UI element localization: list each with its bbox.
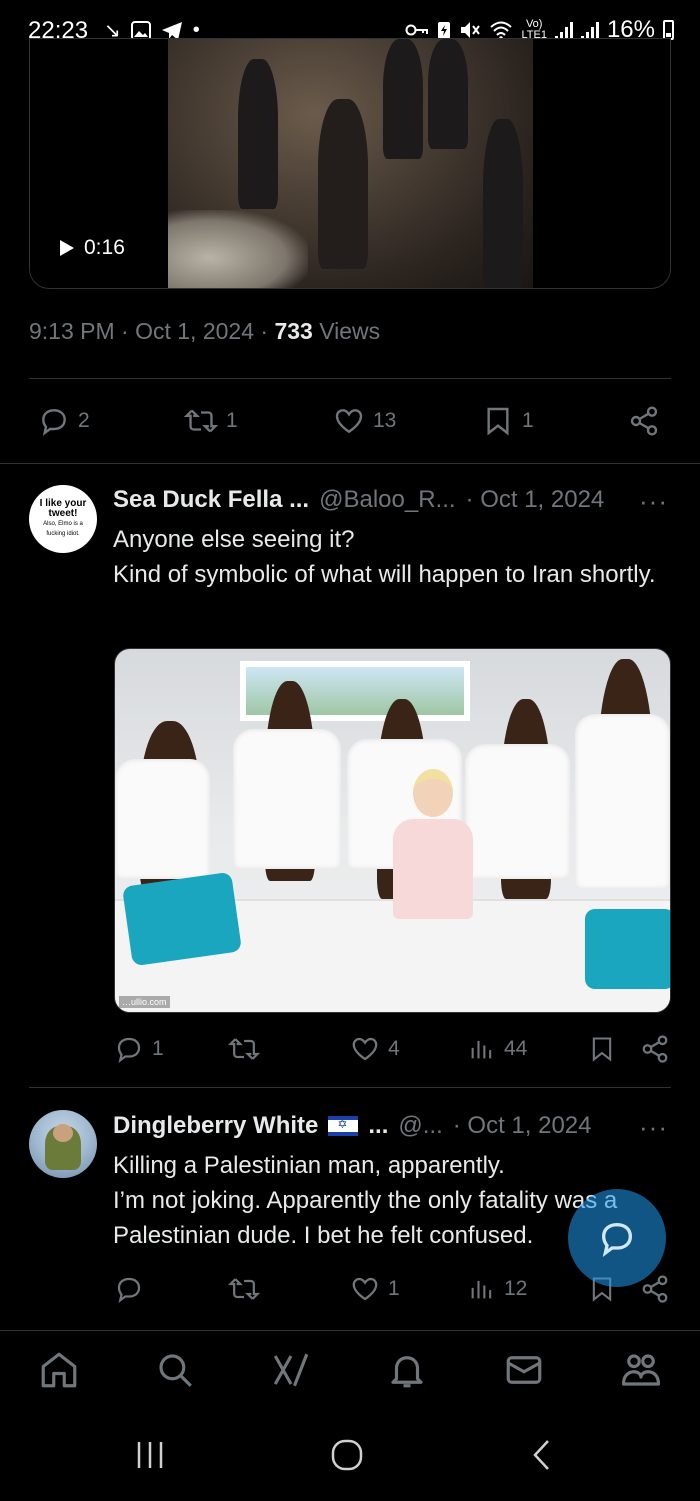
- reply-button[interactable]: 2: [38, 405, 90, 437]
- signal-2-icon: [580, 20, 599, 40]
- tweet-header: Dingleberry White ... @... · Oct 1, 2024: [113, 1112, 592, 1140]
- tweet-header: Sea Duck Fella ... @Baloo_R... · Oct 1, …: [113, 486, 604, 514]
- back-icon[interactable]: [530, 1438, 554, 1472]
- divider: [0, 463, 700, 464]
- reply-icon: [42, 409, 66, 436]
- bookmark-icon: [487, 407, 509, 436]
- views-count: 733: [274, 318, 313, 344]
- display-name-suffix: ...: [368, 1112, 389, 1139]
- share-icon: [642, 1035, 668, 1063]
- views-chart-icon: [471, 1280, 492, 1299]
- views-button[interactable]: 44: [468, 1034, 527, 1064]
- user-handle[interactable]: @...: [398, 1112, 442, 1140]
- system-navigation: [0, 1410, 700, 1501]
- display-name[interactable]: Sea Duck Fella ...: [113, 486, 309, 514]
- reply-bubble-icon: [601, 1222, 633, 1258]
- wifi-icon: [490, 21, 513, 40]
- bookmark-button[interactable]: 1: [482, 405, 534, 437]
- repost-icon: [228, 1038, 260, 1060]
- notifications-icon[interactable]: [386, 1349, 428, 1391]
- divider: [29, 1087, 671, 1088]
- search-icon[interactable]: [154, 1349, 196, 1391]
- tweet-image[interactable]: …ullio.com: [114, 648, 671, 1013]
- repost-button[interactable]: [228, 1274, 268, 1304]
- tweet-date[interactable]: · Oct 1, 2024: [453, 1112, 592, 1140]
- repost-icon: [228, 1278, 260, 1300]
- tweet-date[interactable]: · Oct 1, 2024: [466, 486, 605, 514]
- more-options-icon[interactable]: ···: [639, 486, 668, 517]
- bookmark-icon: [592, 1037, 612, 1062]
- video-player[interactable]: 0:16: [29, 38, 671, 289]
- heart-icon: [352, 1037, 378, 1061]
- reply-button[interactable]: 1: [114, 1034, 164, 1064]
- israel-flag-icon: [328, 1116, 359, 1136]
- communities-icon[interactable]: [619, 1349, 663, 1391]
- tweet-timestamp[interactable]: 9:13 PM · Oct 1, 2024 ·: [29, 318, 274, 344]
- more-options-icon[interactable]: ···: [639, 1112, 668, 1143]
- bottom-navigation: [0, 1330, 700, 1410]
- avatar[interactable]: [29, 1110, 97, 1178]
- battery-saver-icon: [438, 22, 451, 39]
- compose-reply-button[interactable]: [568, 1189, 666, 1287]
- signal-1-icon: [554, 20, 573, 40]
- reply-icon: [117, 1037, 141, 1063]
- reply-button[interactable]: [114, 1274, 152, 1304]
- tweet-meta: 9:13 PM · Oct 1, 2024 · 733 Views: [29, 318, 380, 345]
- recent-apps-icon[interactable]: [134, 1438, 166, 1472]
- share-button[interactable]: [628, 405, 660, 437]
- like-button[interactable]: 4: [350, 1034, 400, 1064]
- like-button[interactable]: 13: [333, 405, 396, 437]
- display-name[interactable]: Dingleberry White: [113, 1112, 318, 1140]
- image-watermark: …ullio.com: [119, 996, 170, 1008]
- share-icon: [630, 406, 658, 436]
- user-handle[interactable]: @Baloo_R...: [319, 486, 455, 514]
- reply-icon: [117, 1277, 141, 1303]
- battery-icon: [663, 20, 674, 40]
- grok-icon[interactable]: [270, 1349, 312, 1391]
- views-button[interactable]: 12: [468, 1274, 527, 1304]
- messages-icon[interactable]: [503, 1349, 545, 1391]
- repost-icon: [184, 409, 218, 433]
- home-icon[interactable]: [38, 1349, 80, 1391]
- heart-icon: [335, 409, 363, 434]
- divider: [29, 378, 671, 379]
- tweet-text: Anyone else seeing it? Kind of symbolic …: [113, 526, 656, 588]
- play-icon[interactable]: [60, 240, 74, 256]
- home-circle-icon[interactable]: [330, 1438, 364, 1472]
- like-button[interactable]: 1: [350, 1274, 400, 1304]
- mute-icon: [461, 22, 481, 38]
- repost-button[interactable]: 1: [184, 405, 238, 437]
- video-duration: 0:16: [84, 236, 125, 259]
- vpn-key-icon: [405, 24, 429, 36]
- views-label: Views: [312, 318, 381, 344]
- avatar[interactable]: I like your tweet! Also, Elmo is a fucki…: [29, 485, 97, 553]
- heart-icon: [352, 1277, 378, 1301]
- bookmark-button[interactable]: [588, 1034, 616, 1064]
- repost-button[interactable]: [228, 1034, 268, 1064]
- views-chart-icon: [471, 1040, 492, 1059]
- video-play-control[interactable]: 0:16: [60, 236, 125, 260]
- share-button[interactable]: [640, 1034, 670, 1064]
- video-thumbnail: [168, 39, 533, 288]
